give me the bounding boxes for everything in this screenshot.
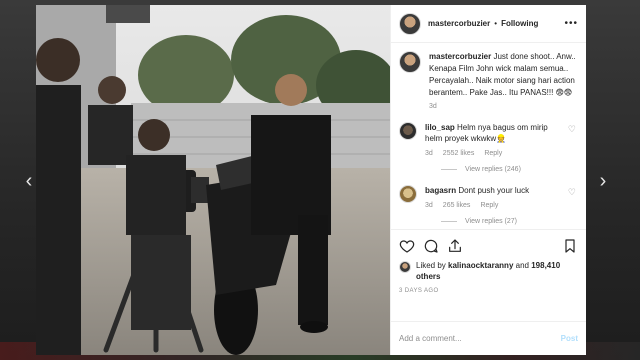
commenter-avatar[interactable] bbox=[399, 185, 417, 203]
comment-item: lilo_sap Helm nya bagus om mirip helm pr… bbox=[399, 122, 578, 157]
reply-button[interactable]: Reply bbox=[484, 150, 502, 157]
comment-age: 3d bbox=[425, 150, 433, 157]
photo-illustration bbox=[36, 5, 390, 355]
bookmark-icon[interactable] bbox=[562, 238, 578, 254]
liked-by: Liked by kalinaocktaranny and 198,410 ot… bbox=[399, 260, 578, 282]
liked-by-and: and bbox=[515, 261, 529, 270]
caption-avatar[interactable] bbox=[399, 51, 421, 73]
header-separator: • bbox=[494, 19, 498, 28]
post-caption: mastercorbuzier Just done shoot.. Anw.. … bbox=[399, 51, 578, 110]
comment-likes[interactable]: 2552 likes bbox=[443, 150, 475, 157]
author-username[interactable]: mastercorbuzier bbox=[428, 19, 490, 28]
post-modal: mastercorbuzier • Following ••• masterco… bbox=[36, 5, 586, 355]
reply-button[interactable]: Reply bbox=[480, 202, 498, 209]
caption-text: mastercorbuzier Just done shoot.. Anw.. … bbox=[429, 51, 578, 99]
post-photo bbox=[36, 5, 390, 355]
comment-like-heart-icon[interactable]: ♡ bbox=[568, 187, 576, 198]
comment-likes[interactable]: 265 likes bbox=[443, 202, 471, 209]
post-actions: Liked by kalinaocktaranny and 198,410 ot… bbox=[391, 229, 586, 321]
comment-body: Dont push your luck bbox=[458, 186, 530, 195]
add-comment-bar: Post bbox=[391, 321, 586, 355]
comment-input[interactable] bbox=[399, 334, 561, 343]
comment-meta: 3d 265 likes Reply bbox=[425, 202, 565, 209]
view-replies-button[interactable]: View replies (246) bbox=[441, 166, 578, 173]
previous-post-arrow[interactable]: ‹ bbox=[22, 170, 36, 192]
caption-username[interactable]: mastercorbuzier bbox=[429, 52, 491, 61]
comment-text: bagasrn Dont push your luck bbox=[425, 185, 565, 196]
view-replies-button[interactable]: View replies (27) bbox=[441, 218, 578, 225]
comment-username[interactable]: lilo_sap bbox=[425, 123, 455, 132]
comment-meta: 3d 2552 likes Reply bbox=[425, 150, 565, 157]
liked-by-prefix: Liked by bbox=[416, 261, 446, 270]
comment-username[interactable]: bagasrn bbox=[425, 186, 456, 195]
liked-by-text: Liked by kalinaocktaranny and 198,410 ot… bbox=[416, 260, 576, 282]
post-panel: mastercorbuzier • Following ••• masterco… bbox=[390, 5, 586, 355]
comment-like-heart-icon[interactable]: ♡ bbox=[568, 124, 576, 135]
comment-text: lilo_sap Helm nya bagus om mirip helm pr… bbox=[425, 122, 565, 144]
comment-item: bagasrn Dont push your luck 3d 265 likes… bbox=[399, 185, 578, 209]
post-header: mastercorbuzier • Following ••• bbox=[391, 5, 586, 43]
comment-bubble-icon[interactable] bbox=[423, 238, 439, 254]
following-button[interactable]: Following bbox=[501, 19, 538, 28]
post-comment-button[interactable]: Post bbox=[561, 334, 578, 343]
comments-list: mastercorbuzier Just done shoot.. Anw.. … bbox=[391, 43, 586, 229]
post-date: 3 DAYS AGO bbox=[399, 288, 439, 294]
author-avatar[interactable] bbox=[399, 12, 421, 35]
more-options-icon[interactable]: ••• bbox=[564, 18, 578, 29]
next-post-arrow[interactable]: › bbox=[596, 170, 610, 192]
share-icon[interactable] bbox=[447, 238, 463, 254]
commenter-avatar[interactable] bbox=[399, 122, 417, 140]
liked-by-user[interactable]: kalinaocktaranny bbox=[448, 261, 513, 270]
liker-avatar[interactable] bbox=[399, 261, 411, 273]
comment-age: 3d bbox=[425, 202, 433, 209]
like-heart-icon[interactable] bbox=[399, 238, 415, 254]
caption-age: 3d bbox=[429, 103, 437, 110]
